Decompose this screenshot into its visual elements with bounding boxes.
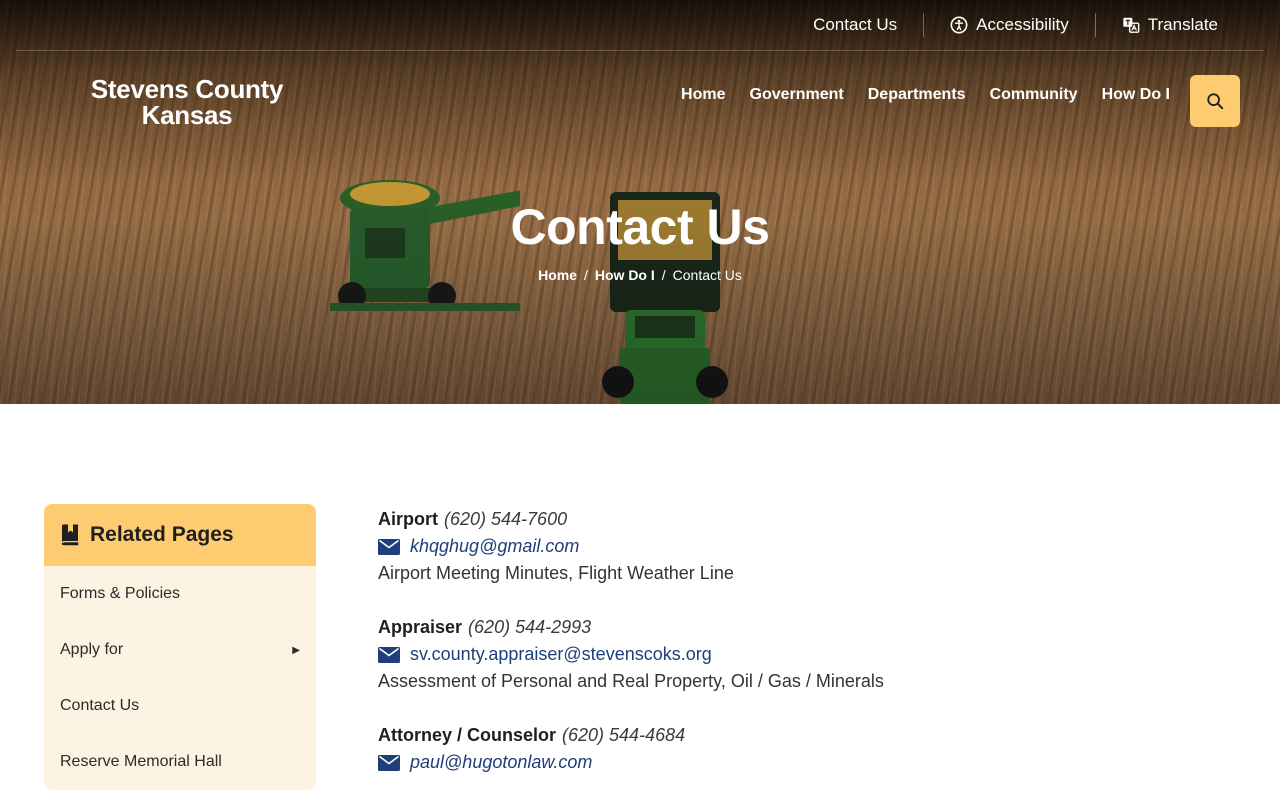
related-pages-sidebar: Related Pages Forms & Policies Apply for… [44, 504, 316, 790]
logo-line-2: Kansas [141, 100, 233, 130]
contact-list: Airport (620) 544-7600 khqghug@gmail.com… [378, 506, 1238, 800]
breadcrumb-current: Contact Us [672, 267, 742, 283]
translate-icon [1123, 17, 1140, 33]
utility-bar: Contact Us Accessibility Translate [787, 0, 1280, 50]
contact-department: Appraiser [378, 617, 463, 637]
mail-icon [378, 646, 400, 663]
contact-phone[interactable]: (620) 544-2993 [468, 617, 591, 638]
breadcrumb: Home / How Do I / Contact Us [0, 267, 1280, 283]
breadcrumb-how-do-i[interactable]: How Do I [595, 267, 655, 283]
contact-department: Airport [378, 509, 438, 529]
sidebar-item-label: Contact Us [60, 697, 140, 714]
sidebar-item-apply-for[interactable]: Apply for ▶ [44, 622, 316, 678]
nav-item-community[interactable]: Community [990, 86, 1078, 104]
caret-right-icon[interactable]: ▶ [292, 645, 300, 656]
contact-entry: Attorney / Counselor (620) 544-4684 paul… [378, 722, 1238, 776]
nav-item-government[interactable]: Government [750, 86, 844, 104]
related-pages-title: Related Pages [90, 523, 234, 546]
breadcrumb-separator: / [583, 267, 588, 283]
contact-email-link[interactable]: sv.county.appraiser@stevenscoks.org [410, 644, 712, 665]
accessibility-icon [950, 16, 968, 34]
utility-translate-label: Translate [1147, 15, 1218, 34]
nav-item-home[interactable]: Home [681, 86, 725, 104]
sidebar-item-label: Apply for [60, 641, 124, 658]
contact-entry: Appraiser (620) 544-2993 sv.county.appra… [378, 614, 1238, 695]
contact-description: Assessment of Personal and Real Property… [378, 671, 884, 691]
book-icon [61, 524, 79, 546]
sidebar-item-forms-policies[interactable]: Forms & Policies [44, 566, 316, 622]
utility-accessibility-link[interactable]: Accessibility [923, 13, 1095, 37]
contact-description: Airport Meeting Minutes, Flight Weather … [378, 563, 734, 583]
sidebar-item-contact-us[interactable]: Contact Us [44, 678, 316, 734]
header-divider [16, 50, 1264, 51]
sidebar-item-label: Forms & Policies [60, 585, 181, 602]
utility-contact-label: Contact Us [813, 15, 898, 34]
contact-email-link[interactable]: paul@hugotonlaw.com [410, 752, 592, 773]
sidebar-item-label: Reserve Memorial Hall [60, 753, 222, 770]
utility-contact-link[interactable]: Contact Us [787, 13, 923, 37]
breadcrumb-home[interactable]: Home [538, 267, 577, 283]
breadcrumb-separator: / [661, 267, 666, 283]
site-logo[interactable]: Stevens County Kansas [87, 76, 287, 128]
sidebar-item-reserve-memorial-hall[interactable]: Reserve Memorial Hall [44, 734, 316, 790]
search-icon [1207, 93, 1224, 110]
mail-icon [378, 754, 400, 771]
page-title: Contact Us [510, 199, 770, 255]
contact-phone[interactable]: (620) 544-4684 [562, 725, 685, 746]
utility-translate-link[interactable]: Translate [1094, 13, 1244, 37]
contact-phone[interactable]: (620) 544-7600 [444, 509, 567, 530]
main-nav: Home Government Departments Community Ho… [681, 86, 1170, 104]
utility-accessibility-label: Accessibility [976, 15, 1069, 34]
contact-entry: Airport (620) 544-7600 khqghug@gmail.com… [378, 506, 1238, 587]
logo-line-1: Stevens County [90, 74, 284, 104]
contact-email-link[interactable]: khqghug@gmail.com [410, 536, 579, 557]
nav-item-how-do-i[interactable]: How Do I [1102, 86, 1170, 104]
search-button[interactable] [1190, 75, 1240, 127]
contact-department: Attorney / Counselor [378, 725, 557, 745]
mail-icon [378, 538, 400, 555]
related-pages-header: Related Pages [44, 504, 316, 566]
nav-item-departments[interactable]: Departments [868, 86, 966, 104]
